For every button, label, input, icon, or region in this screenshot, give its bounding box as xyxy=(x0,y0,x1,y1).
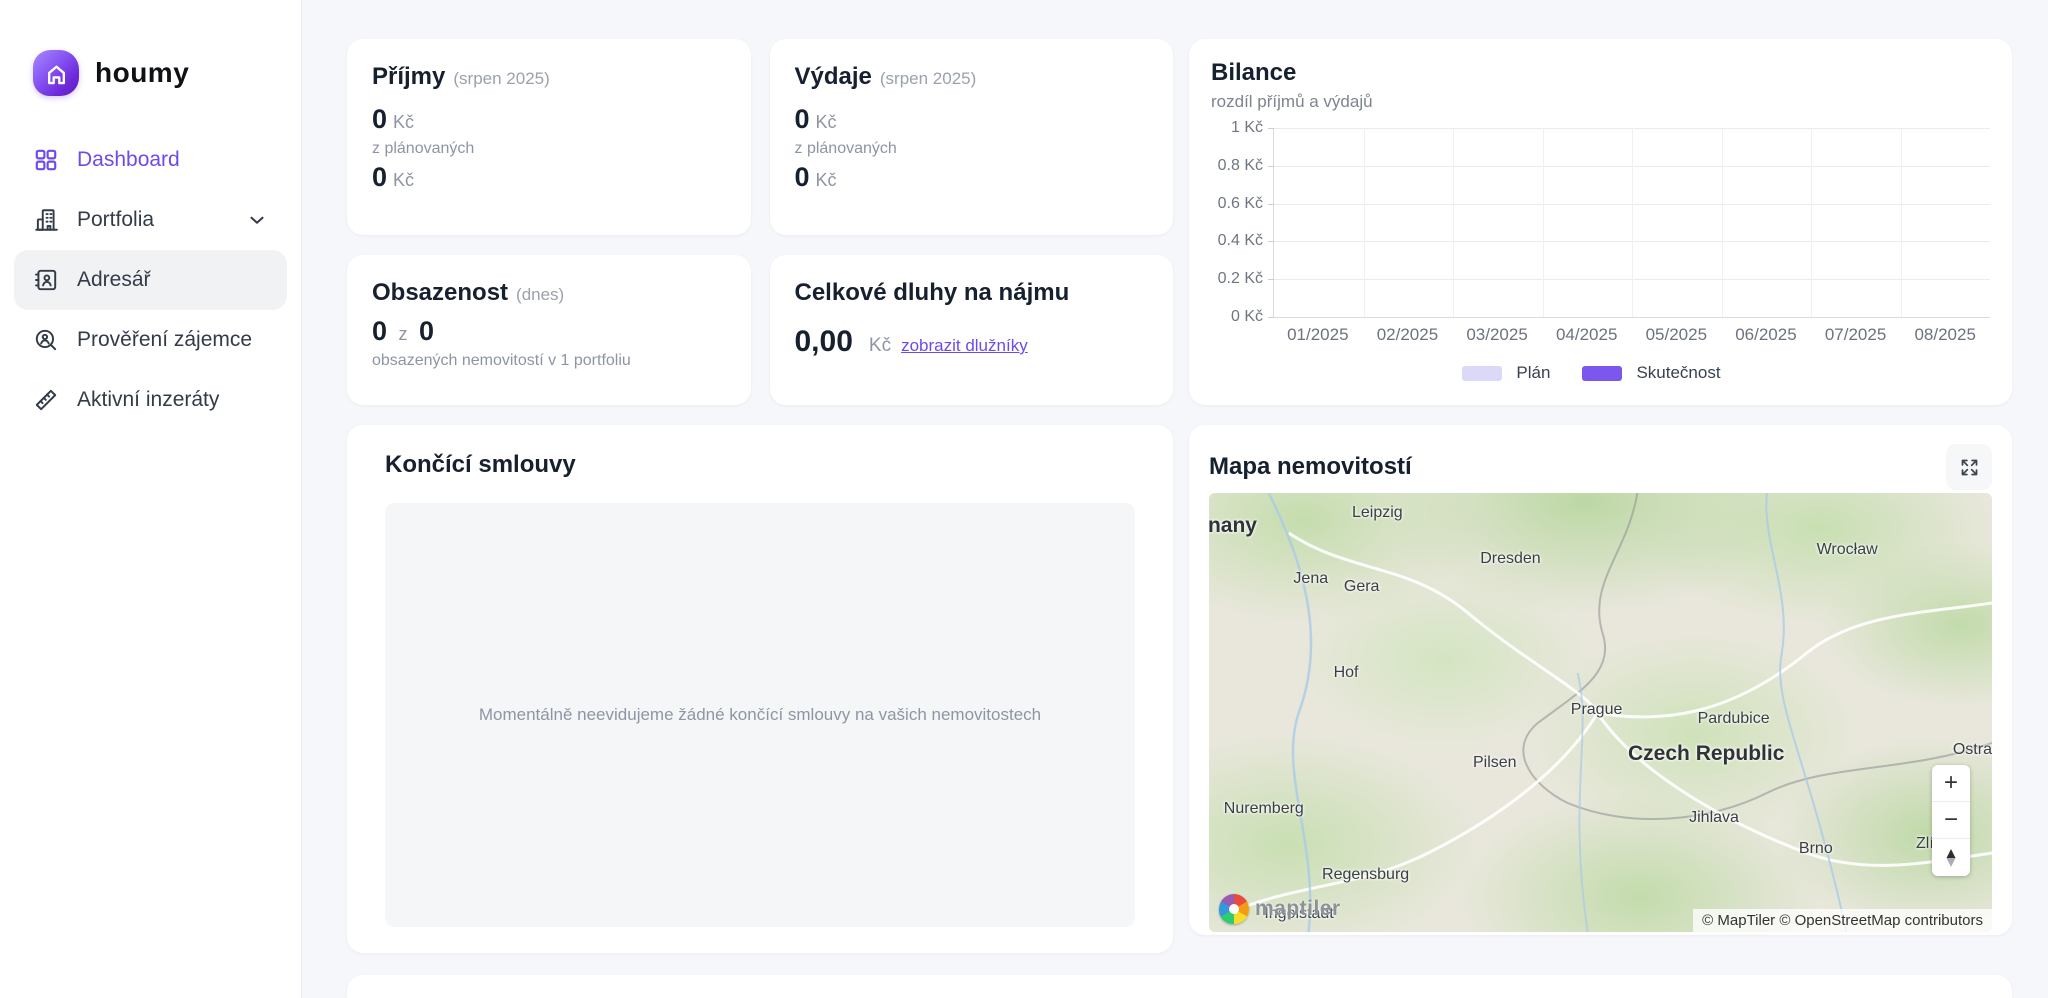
map-city-label: Prague xyxy=(1571,701,1623,719)
vydaje-planned-value: 0 xyxy=(795,162,810,192)
map-city-label: Wrocław xyxy=(1817,541,1878,559)
compass-button[interactable] xyxy=(1932,839,1970,876)
right-column: Bilance rozdíl příjmů a výdajů 1 Kč0.8 K… xyxy=(1189,39,2012,953)
obsazenost-sub-label: obsazených nemovitostí v 1 portfoliu xyxy=(372,352,726,370)
currency-unit: Kč xyxy=(816,112,837,132)
vydaje-sub-label: z plánovaných xyxy=(795,140,1149,158)
card-title: Výdaje xyxy=(795,63,872,90)
building-icon xyxy=(33,207,59,233)
empty-state: Momentálně neevidujeme žádné končící sml… xyxy=(385,503,1135,927)
card-prijmy: Příjmy (srpen 2025) 0 Kč z plánovaných 0 Kč xyxy=(347,39,751,235)
map-city-label: Regensburg xyxy=(1322,866,1409,884)
card-koncici-smlouvy: Končící smlouvy Momentálně neevidujeme ž… xyxy=(347,425,1173,953)
chart-area: 1 Kč0.8 Kč0.6 Kč0.4 Kč0.2 Kč0 Kč xyxy=(1211,128,1990,317)
card-period: (srpen 2025) xyxy=(453,69,549,88)
ruler-pen-icon xyxy=(33,387,59,413)
zobrazit-dluzniky-link[interactable]: zobrazit dlužníky xyxy=(901,336,1028,356)
prijmy-planned-value: 0 xyxy=(372,162,387,192)
of-label: z xyxy=(398,324,407,344)
expand-icon xyxy=(1959,457,1980,478)
brand-name: houmy xyxy=(95,57,189,89)
sidebar-item-aktivni-inzeraty[interactable]: Aktivní inzeráty xyxy=(14,370,287,430)
card-title: Příjmy xyxy=(372,63,445,90)
maptiler-pie-icon xyxy=(1219,894,1249,924)
card-period: (srpen 2025) xyxy=(880,69,976,88)
currency-unit: Kč xyxy=(816,170,837,190)
map-city-label: Czech Republic xyxy=(1628,742,1784,766)
sidebar-item-adresar[interactable]: Adresář xyxy=(14,250,287,310)
dluhy-value: 0,00 xyxy=(795,325,853,359)
y-axis-labels: 1 Kč0.8 Kč0.6 Kč0.4 Kč0.2 Kč0 Kč xyxy=(1211,128,1273,317)
chart-plot xyxy=(1273,128,1990,317)
map-city-label: Hof xyxy=(1334,664,1359,682)
x-axis-labels: 01/202502/202503/202504/202505/202506/20… xyxy=(1273,325,1990,345)
sidebar-item-portfolia[interactable]: Portfolia xyxy=(14,190,287,250)
sidebar-item-label: Aktivní inzeráty xyxy=(77,388,219,412)
card-bilance-chart: Bilance rozdíl příjmů a výdajů 1 Kč0.8 K… xyxy=(1189,39,2012,405)
chevron-down-icon[interactable] xyxy=(246,209,268,231)
legend-swatch xyxy=(1462,366,1502,381)
chart-title: Bilance xyxy=(1211,59,1296,86)
legend-label: Plán xyxy=(1516,363,1550,383)
contact-card-icon xyxy=(33,267,59,293)
fullscreen-expand-button[interactable] xyxy=(1946,444,1992,490)
map-city-label: Gera xyxy=(1344,578,1380,596)
sidebar-item-label: Prověření zájemce xyxy=(77,328,252,352)
left-column: Příjmy (srpen 2025) 0 Kč z plánovaných 0 Kč… xyxy=(347,39,1173,953)
sidebar-nav: Dashboard Portfolia xyxy=(0,96,301,430)
chart-legend: Plán Skutečnost xyxy=(1211,363,1990,383)
map-city-label: Jena xyxy=(1293,570,1328,588)
zoom-out-button[interactable]: − xyxy=(1932,802,1970,839)
obsazenost-value: 0 xyxy=(372,316,387,346)
map-city-label: Brno xyxy=(1799,840,1833,858)
sidebar-item-label: Portfolia xyxy=(77,208,154,232)
map-city-label: Leipzig xyxy=(1352,504,1403,522)
maptiler-logo[interactable]: maptiler xyxy=(1219,894,1341,924)
sidebar-item-dashboard[interactable]: Dashboard xyxy=(14,130,287,190)
map-zoom-control: + − xyxy=(1932,765,1970,876)
obsazenost-total: 0 xyxy=(419,316,434,346)
empty-state-message: Momentálně neevidujeme žádné končící sml… xyxy=(479,705,1041,725)
card-map: Mapa nemovitostí xyxy=(1189,425,2012,935)
card-title: Celkové dluhy na nájmu xyxy=(795,279,1070,306)
maptiler-wordmark: maptiler xyxy=(1255,897,1341,921)
sidebar-item-label: Adresář xyxy=(77,268,151,292)
prijmy-sub-label: z plánovaných xyxy=(372,140,726,158)
legend-label: Skutečnost xyxy=(1636,363,1720,383)
card-dluhy: Celkové dluhy na nájmu 0,00 Kč zobrazit … xyxy=(770,255,1174,405)
brand: houmy xyxy=(0,0,301,96)
sidebar-item-provereni-zajemce[interactable]: Prověření zájemce xyxy=(14,310,287,370)
compass-needle-icon xyxy=(1943,848,1959,868)
card-title: Končící smlouvy xyxy=(385,451,576,478)
map-city-label: Nuremberg xyxy=(1224,800,1304,818)
card-vydaje: Výdaje (srpen 2025) 0 Kč z plánovaných 0 Kč xyxy=(770,39,1174,235)
chart-subtitle: rozdíl příjmů a výdajů xyxy=(1211,92,1990,112)
map-canvas[interactable]: nany Leipzig Dresden Wrocław Jena Gera Hof Prag… xyxy=(1209,493,1992,932)
dashboard-grid-icon xyxy=(33,147,59,173)
houmy-logo-icon xyxy=(33,50,79,96)
card-title: Obsazenost xyxy=(372,279,508,306)
card-period: (dnes) xyxy=(516,285,564,304)
prijmy-value: 0 xyxy=(372,104,387,134)
map-city-label: Ostra xyxy=(1953,741,1992,759)
currency-unit: Kč xyxy=(869,335,891,357)
map-city-label: Pardubice xyxy=(1698,710,1770,728)
currency-unit: Kč xyxy=(393,170,414,190)
sidebar: houmy Dashboard Portfolia xyxy=(0,0,302,998)
sidebar-item-label: Dashboard xyxy=(77,148,180,172)
bottom-partial-card xyxy=(347,975,2012,998)
card-obsazenost: Obsazenost (dnes) 0 z 0 obsazených nemovi… xyxy=(347,255,751,405)
currency-unit: Kč xyxy=(393,112,414,132)
map-title: Mapa nemovitostí xyxy=(1209,453,1412,481)
map-city-label: Pilsen xyxy=(1473,754,1517,772)
vydaje-value: 0 xyxy=(795,104,810,134)
zoom-in-button[interactable]: + xyxy=(1932,765,1970,802)
person-search-icon xyxy=(33,327,59,353)
map-attribution: © MapTiler © OpenStreetMap contributors xyxy=(1693,909,1992,932)
map-city-label: nany xyxy=(1209,514,1257,538)
main-content: Příjmy (srpen 2025) 0 Kč z plánovaných 0 Kč… xyxy=(302,0,2048,998)
map-city-label: Jihlava xyxy=(1689,809,1739,827)
map-city-label: Dresden xyxy=(1480,550,1540,568)
legend-swatch xyxy=(1582,366,1622,381)
